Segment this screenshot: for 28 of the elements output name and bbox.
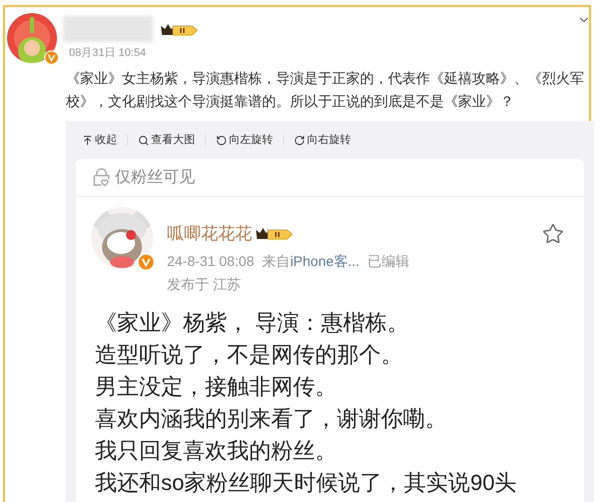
toolbar-button[interactable]: 查看大图	[138, 132, 195, 148]
body-text-line: 造型听说了，不是网传的那个。	[95, 340, 404, 368]
post-time: 24-8-31 08:08	[167, 252, 254, 270]
body-text-line: 《家业》杨紫， 导演：惠楷栋。	[95, 308, 410, 336]
toolbar-button[interactable]: 收起	[82, 132, 117, 148]
body-text-line: 喜欢内涵我的别来看了，谢谢你嘞。	[95, 404, 448, 432]
post-text: 《家业》女主杨紫，导演惠楷栋，导演是于正家的，代表作《延禧攻略》、《烈火军校》，文化剧找这个导演挺靠谱的。所以于正说的到底是不是《家业》？	[66, 69, 585, 111]
body-text-line: 我只回复喜欢我的粉丝。	[95, 436, 338, 464]
toolbar-icon	[82, 134, 93, 146]
toolbar-icon	[216, 134, 227, 146]
source-link[interactable]: iPhone客...	[290, 250, 360, 272]
edited-label: 已编辑	[367, 252, 410, 270]
level-badge-icon	[256, 226, 293, 241]
body-text-line: 我还和so家粉丝聊天时候说了，其实说90头	[95, 468, 518, 496]
toolbar-button[interactable]: 向右旋转	[294, 132, 351, 148]
body-text-line: 男主没定，接触非网传。	[95, 372, 338, 400]
level-badge-icon	[161, 23, 198, 37]
post-location: 发布于 江苏	[167, 274, 242, 294]
visibility-label: 仅粉丝可见	[115, 168, 195, 188]
toolbar-icon	[294, 134, 305, 146]
post-date: 08月31日 10:54	[69, 46, 148, 61]
verified-badge-icon	[137, 253, 155, 271]
source-prefix: 来自	[262, 252, 290, 270]
toolbar-icon	[138, 134, 149, 146]
verified-badge-icon	[44, 50, 59, 65]
lock-heart-icon	[92, 168, 111, 187]
star-icon[interactable]	[542, 223, 564, 245]
toolbar-button[interactable]: 向左旋转	[216, 132, 273, 148]
